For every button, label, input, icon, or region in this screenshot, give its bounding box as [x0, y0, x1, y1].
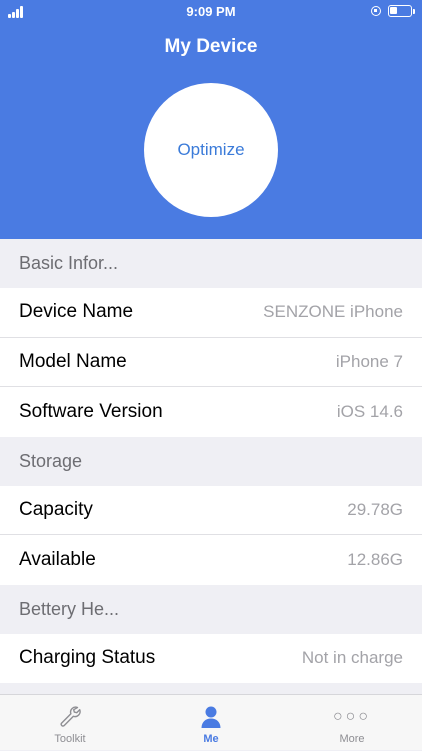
row-value: iOS 14.6 — [336, 401, 403, 421]
battery-tip — [413, 9, 415, 14]
row-value: Not in charge — [301, 648, 403, 668]
battery-icon — [388, 5, 412, 17]
tab-more[interactable]: ○○○ More — [282, 695, 422, 751]
row-capacity[interactable]: Capacity 29.78G — [0, 485, 422, 535]
tab-me[interactable]: Me — [141, 695, 281, 751]
status-bar: 9:09 PM — [0, 0, 422, 24]
tab-label: Toolkit — [54, 733, 86, 745]
row-label: Software Version — [19, 400, 163, 422]
more-dots-icon: ○○○ — [333, 704, 371, 730]
optimize-button[interactable]: Optimize — [144, 83, 278, 217]
section-header-storage: Storage — [0, 436, 422, 486]
header: 9:09 PM My Device Optimize — [0, 0, 422, 239]
device-info-list: Basic Infor... Device Name SENZONE iPhon… — [0, 239, 422, 683]
section-basic-info: Device Name SENZONE iPhone Model Name iP… — [0, 288, 422, 437]
row-available[interactable]: Available 12.86G — [0, 535, 422, 585]
status-time: 9:09 PM — [186, 4, 236, 19]
row-value: SENZONE iPhone — [263, 302, 403, 322]
section-storage: Capacity 29.78G Available 12.86G — [0, 485, 422, 585]
battery-level-fill — [390, 7, 397, 14]
section-header-basic-info: Basic Infor... — [0, 239, 422, 288]
row-value: iPhone 7 — [335, 351, 403, 371]
section-header-battery-health: Bettery He... — [0, 584, 422, 634]
row-label: Device Name — [19, 301, 134, 323]
row-charging-status[interactable]: Charging Status Not in charge — [0, 633, 422, 683]
wrench-icon — [57, 704, 83, 730]
tab-label: Me — [203, 733, 219, 745]
row-model-name[interactable]: Model Name iPhone 7 — [0, 337, 422, 387]
orientation-lock-icon — [371, 6, 381, 16]
row-value: 29.78G — [347, 499, 403, 519]
row-value: 12.86G — [347, 549, 403, 569]
section-battery-health: Charging Status Not in charge — [0, 633, 422, 683]
more-dots-glyph: ○○○ — [333, 708, 371, 725]
row-label: Model Name — [19, 350, 127, 372]
row-label: Available — [19, 548, 96, 570]
row-device-name[interactable]: Device Name SENZONE iPhone — [0, 288, 422, 338]
page-title: My Device — [164, 36, 258, 57]
row-software-version[interactable]: Software Version iOS 14.6 — [0, 387, 422, 437]
tab-bar: Toolkit Me ○○○ More — [0, 694, 422, 750]
tab-toolkit[interactable]: Toolkit — [0, 695, 140, 751]
row-label: Charging Status — [19, 647, 156, 669]
person-icon — [198, 704, 224, 730]
tab-label: More — [339, 733, 365, 745]
row-label: Capacity — [19, 498, 93, 520]
